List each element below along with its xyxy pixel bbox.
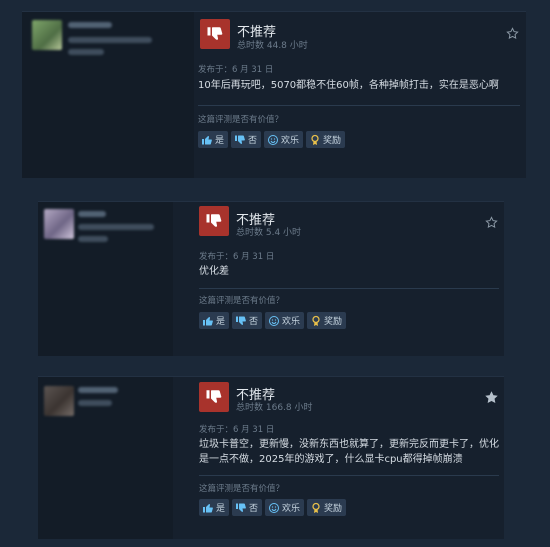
review-text-line: 垃圾卡普空，更新慢，没新东西也就算了，更新完反而更卡了，优化 — [199, 439, 499, 450]
review-text-line: 10年后再玩吧，5070都稳不住60帧，各种掉帧打击，实在是恶心啊 — [198, 80, 499, 91]
vote-yes-button[interactable]: 是 — [199, 499, 230, 516]
award-label: 奖励 — [324, 317, 343, 327]
vote-funny-button[interactable]: 欢乐 — [265, 312, 305, 329]
review-text: 10年后再玩吧，5070都稳不住60帧，各种掉帧打击，实在是恶心啊 — [198, 78, 520, 93]
vote-no-label: 否 — [249, 317, 259, 327]
thumbs-down-icon — [200, 19, 230, 49]
thumbs-down-icon — [236, 316, 246, 325]
vote-no-label: 否 — [249, 504, 259, 514]
helpful-prompt: 这篇评测是否有价值？ — [199, 296, 285, 306]
award-button[interactable]: 奖励 — [306, 131, 346, 148]
review-text-line: 优化差 — [199, 266, 229, 277]
author-stats — [68, 49, 104, 55]
helpful-prompt: 这篇评测是否有价值？ — [198, 115, 284, 125]
review-card: 不推荐 总时数 166.8 小时 发布于：6 月 31 日 垃圾卡普空，更新慢，… — [38, 376, 504, 539]
award-icon — [311, 134, 319, 145]
review-author-panel — [38, 202, 173, 356]
award-icon — [312, 502, 320, 513]
author-stats — [68, 37, 152, 43]
vote-no-button[interactable]: 否 — [232, 499, 263, 516]
author-name[interactable] — [78, 211, 106, 217]
award-label: 奖励 — [323, 136, 342, 146]
award-button[interactable]: 奖励 — [307, 312, 347, 329]
vote-buttons: 是 否 欢乐 奖励 — [199, 312, 347, 329]
vote-no-label: 否 — [248, 136, 258, 146]
review-text-line: 是一点不做，2025年的游戏了，什么显卡cpu都得掉帧崩溃 — [199, 454, 463, 465]
avatar[interactable] — [44, 386, 74, 416]
divider — [199, 475, 499, 476]
vote-yes-button[interactable]: 是 — [198, 131, 229, 148]
posted-date: 发布于：6 月 31 日 — [199, 425, 275, 435]
vote-buttons: 是 否 欢乐 奖励 — [198, 131, 346, 148]
award-button[interactable]: 奖励 — [307, 499, 347, 516]
helpful-prompt: 这篇评测是否有价值？ — [199, 484, 285, 494]
hours-played: 总时数 5.4 小时 — [236, 228, 302, 238]
divider — [198, 105, 520, 106]
thumbs-down-icon — [199, 206, 229, 236]
vote-funny-label: 欢乐 — [281, 136, 300, 146]
author-stats — [78, 400, 112, 406]
posted-date: 发布于：6 月 31 日 — [198, 65, 274, 75]
vote-funny-button[interactable]: 欢乐 — [265, 499, 305, 516]
smiley-icon — [269, 315, 280, 326]
avatar[interactable] — [44, 209, 74, 239]
vote-no-button[interactable]: 否 — [232, 312, 263, 329]
review-card: 不推荐 总时数 5.4 小时 发布于：6 月 31 日 优化差 这篇评测是否有价… — [38, 201, 504, 356]
vote-yes-button[interactable]: 是 — [199, 312, 230, 329]
thumbs-up-icon — [203, 503, 213, 512]
thumbs-down-icon — [235, 135, 245, 144]
vote-funny-label: 欢乐 — [282, 504, 301, 514]
smiley-icon — [268, 134, 279, 145]
vote-yes-label: 是 — [216, 504, 226, 514]
review-text: 垃圾卡普空，更新慢，没新东西也就算了，更新完反而更卡了，优化 是一点不做，202… — [199, 437, 499, 467]
favorite-star-icon[interactable] — [506, 27, 519, 40]
review-card: 不推荐 总时数 44.8 小时 发布于：6 月 31 日 10年后再玩吧，507… — [22, 11, 526, 178]
vote-yes-label: 是 — [216, 317, 226, 327]
vote-no-button[interactable]: 否 — [231, 131, 262, 148]
review-author-panel — [38, 377, 173, 539]
smiley-icon — [269, 502, 280, 513]
author-name[interactable] — [78, 387, 118, 393]
vote-yes-label: 是 — [215, 136, 225, 146]
hours-played: 总时数 166.8 小时 — [236, 403, 313, 413]
author-stats — [78, 236, 108, 242]
thumbs-up-icon — [202, 135, 212, 144]
favorite-star-icon[interactable] — [485, 216, 498, 229]
author-stats — [78, 224, 154, 230]
vote-funny-label: 欢乐 — [282, 317, 301, 327]
avatar[interactable] — [32, 20, 62, 50]
vote-buttons: 是 否 欢乐 奖励 — [199, 499, 347, 516]
divider — [199, 288, 499, 289]
review-text: 优化差 — [199, 264, 499, 279]
thumbs-down-icon — [236, 503, 246, 512]
award-label: 奖励 — [324, 504, 343, 514]
thumbs-down-icon — [199, 382, 229, 412]
vote-funny-button[interactable]: 欢乐 — [264, 131, 304, 148]
award-icon — [312, 315, 320, 326]
posted-date: 发布于：6 月 31 日 — [199, 252, 275, 262]
favorite-star-icon[interactable] — [485, 391, 498, 404]
review-author-panel — [22, 12, 194, 178]
hours-played: 总时数 44.8 小时 — [237, 41, 308, 51]
thumbs-up-icon — [203, 316, 213, 325]
author-name[interactable] — [68, 22, 112, 28]
